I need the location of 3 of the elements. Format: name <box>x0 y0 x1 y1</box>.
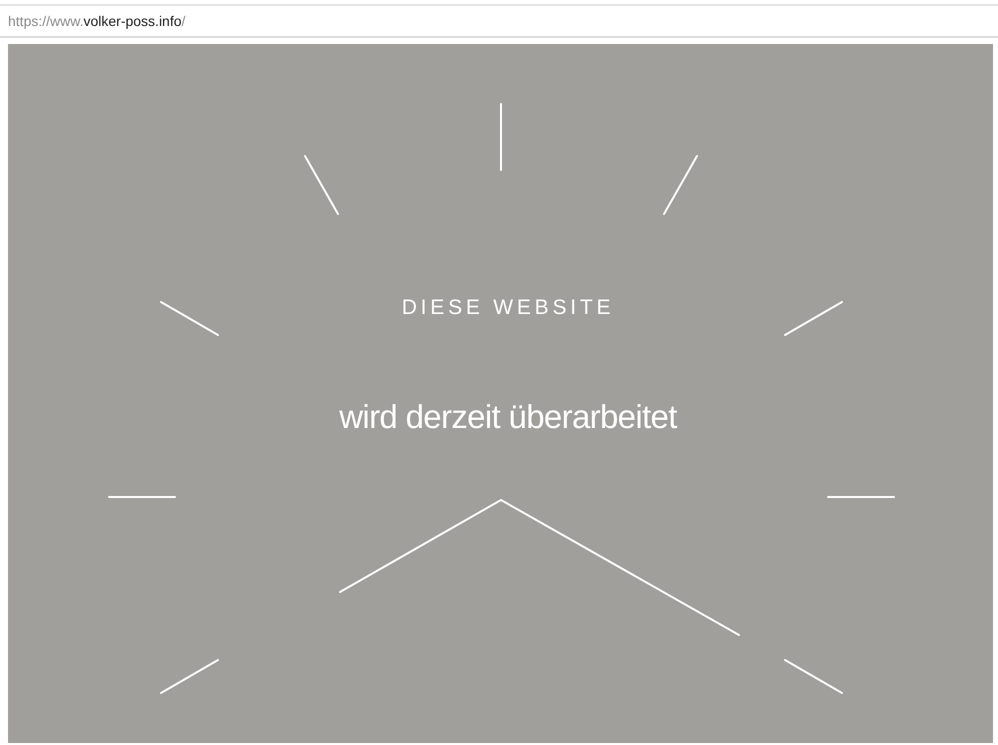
page-subheading: wird derzeit überarbeitet <box>338 397 678 437</box>
page-heading: DIESE WEBSITE <box>400 295 616 321</box>
url-text: https://www.volker-poss.info/ <box>8 12 186 31</box>
